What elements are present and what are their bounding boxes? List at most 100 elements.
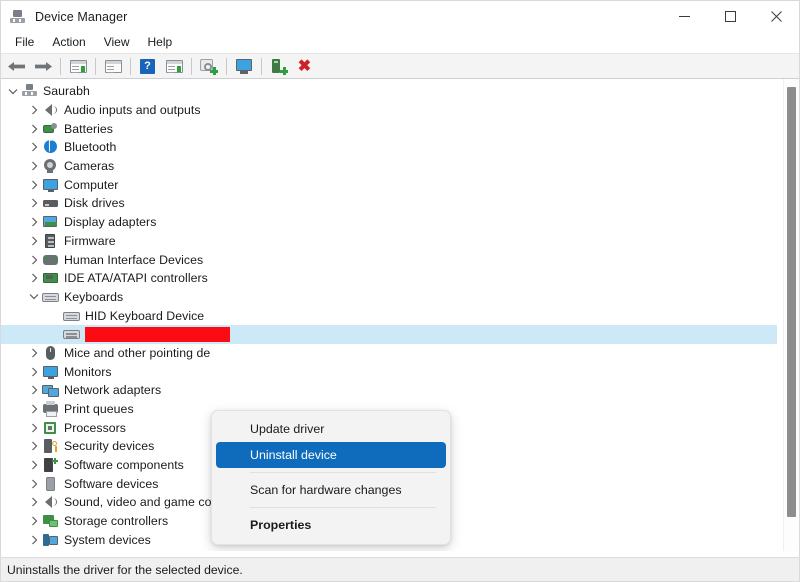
tree-row-label: Display adapters	[64, 215, 157, 230]
tree-row[interactable]: Computer	[1, 175, 777, 194]
status-bar-text: Uninstalls the driver for the selected d…	[7, 562, 243, 577]
speaker-icon	[42, 494, 59, 510]
tree-row[interactable]: Keyboards	[1, 288, 777, 307]
update-driver-gear-icon[interactable]	[198, 55, 220, 77]
menu-help[interactable]: Help	[139, 33, 182, 52]
chevron-right-icon[interactable]	[26, 419, 42, 437]
chevron-right-icon[interactable]	[26, 232, 42, 250]
context-menu-item-update-driver[interactable]: Update driver	[216, 416, 446, 442]
chevron-right-icon[interactable]	[26, 101, 42, 119]
tree-row[interactable]: Mice and other pointing de	[1, 344, 777, 363]
chevron-right-icon[interactable]	[26, 456, 42, 474]
storage-controller-icon	[42, 513, 59, 529]
tree-row[interactable]: Saurabh	[1, 82, 777, 101]
chevron-right-icon[interactable]	[26, 475, 42, 493]
tree-row-label: Batteries	[64, 121, 113, 136]
tree-row-label: Monitors	[64, 364, 112, 379]
context-menu-separator	[250, 472, 436, 473]
device-manager-icon	[10, 9, 26, 25]
chevron-right-icon[interactable]	[26, 493, 42, 511]
scan-monitor-icon[interactable]	[233, 55, 255, 77]
chevron-right-icon[interactable]	[26, 213, 42, 231]
monitor-icon	[42, 364, 59, 380]
vertical-scrollbar[interactable]	[783, 79, 799, 551]
chevron-right-icon[interactable]	[26, 176, 42, 194]
close-icon[interactable]	[753, 1, 799, 32]
toolbar-separator	[191, 57, 192, 75]
camera-icon	[42, 158, 59, 174]
tree-row-label: Processors	[64, 420, 127, 435]
hid-icon	[42, 252, 59, 268]
forward-arrow-icon[interactable]	[32, 55, 54, 77]
red-x-icon[interactable]: ✖	[294, 55, 316, 77]
tree-row-label: HID Keyboard Device	[85, 308, 205, 323]
tree-row-label: System devices	[64, 532, 151, 547]
tree-row[interactable]: HID Keyboard Device	[1, 306, 777, 325]
tree-row[interactable]: Disk drives	[1, 194, 777, 213]
tree-row[interactable]: Audio inputs and outputs	[1, 101, 777, 120]
speaker-icon	[42, 102, 59, 118]
chevron-right-icon[interactable]	[26, 344, 42, 362]
chevron-right-icon[interactable]	[26, 381, 42, 399]
chevron-right-icon[interactable]	[26, 437, 42, 455]
back-arrow-icon[interactable]	[6, 55, 28, 77]
disk-drive-icon	[42, 195, 59, 211]
tree-row[interactable]: Human Interface Devices	[1, 250, 777, 269]
tree-row-label: Bluetooth	[64, 140, 117, 155]
tree-row-redacted-device[interactable]	[1, 324, 777, 344]
firmware-icon	[42, 233, 59, 249]
chevron-right-icon[interactable]	[26, 251, 42, 269]
maximize-icon[interactable]	[707, 1, 753, 32]
chevron-right-icon[interactable]	[26, 194, 42, 212]
chevron-right-icon[interactable]	[26, 157, 42, 175]
action-pane-icon[interactable]	[163, 55, 185, 77]
processor-icon	[42, 420, 59, 436]
toolbar-separator	[261, 57, 262, 75]
chevron-right-icon[interactable]	[26, 400, 42, 418]
menu-bar: File Action View Help	[1, 32, 799, 53]
chevron-right-icon[interactable]	[26, 363, 42, 381]
tree-row-label: Disk drives	[64, 196, 125, 211]
tree-row[interactable]: Universal Serial Bus controllers	[1, 549, 777, 551]
console-tree-icon[interactable]	[67, 55, 89, 77]
tree-row[interactable]: IDE ATA/ATAPI controllers	[1, 269, 777, 288]
toolbar-separator	[226, 57, 227, 75]
chevron-right-icon[interactable]	[26, 531, 42, 549]
tree-row-label: Audio inputs and outputs	[64, 103, 201, 118]
chevron-right-icon[interactable]	[26, 550, 42, 551]
context-menu-separator	[250, 507, 436, 508]
menu-view[interactable]: View	[95, 33, 139, 52]
ide-controller-icon	[42, 270, 59, 286]
tree-row[interactable]: Firmware	[1, 232, 777, 251]
status-bar: Uninstalls the driver for the selected d…	[1, 557, 799, 581]
chevron-right-icon[interactable]	[26, 512, 42, 530]
chevron-down-icon[interactable]	[26, 288, 42, 306]
properties-window-icon[interactable]	[102, 55, 124, 77]
keyboard-icon	[63, 326, 80, 342]
tree-row[interactable]: Batteries	[1, 119, 777, 138]
enable-device-icon[interactable]	[268, 55, 290, 77]
tree-row[interactable]: Monitors	[1, 362, 777, 381]
tree-row[interactable]: Cameras	[1, 157, 777, 176]
help-question-icon[interactable]: ?	[137, 55, 159, 77]
scrollbar-thumb[interactable]	[787, 87, 796, 517]
context-menu-item-scan-for-hardware-changes[interactable]: Scan for hardware changes	[216, 477, 446, 503]
minimize-icon[interactable]	[661, 1, 707, 32]
chevron-right-icon[interactable]	[26, 138, 42, 156]
device-manager-window: Device Manager File Action View Help ? ✖…	[0, 0, 800, 582]
chevron-right-icon[interactable]	[26, 120, 42, 138]
menu-action[interactable]: Action	[43, 33, 94, 52]
chevron-down-icon[interactable]	[5, 82, 21, 100]
tree-row[interactable]: Network adapters	[1, 381, 777, 400]
toolbar: ? ✖	[1, 53, 799, 79]
tree-row[interactable]: Display adapters	[1, 213, 777, 232]
context-menu-item-uninstall-device[interactable]: Uninstall device	[216, 442, 446, 468]
menu-file[interactable]: File	[6, 33, 43, 52]
tree-row-label: Cameras	[64, 159, 115, 174]
redaction-bar	[85, 326, 230, 342]
tree-row[interactable]: ⎡ Bluetooth	[1, 138, 777, 157]
chevron-right-icon[interactable]	[26, 269, 42, 287]
software-component-icon	[42, 457, 59, 473]
keyboard-icon	[42, 289, 59, 305]
context-menu-item-properties[interactable]: Properties	[216, 512, 446, 538]
